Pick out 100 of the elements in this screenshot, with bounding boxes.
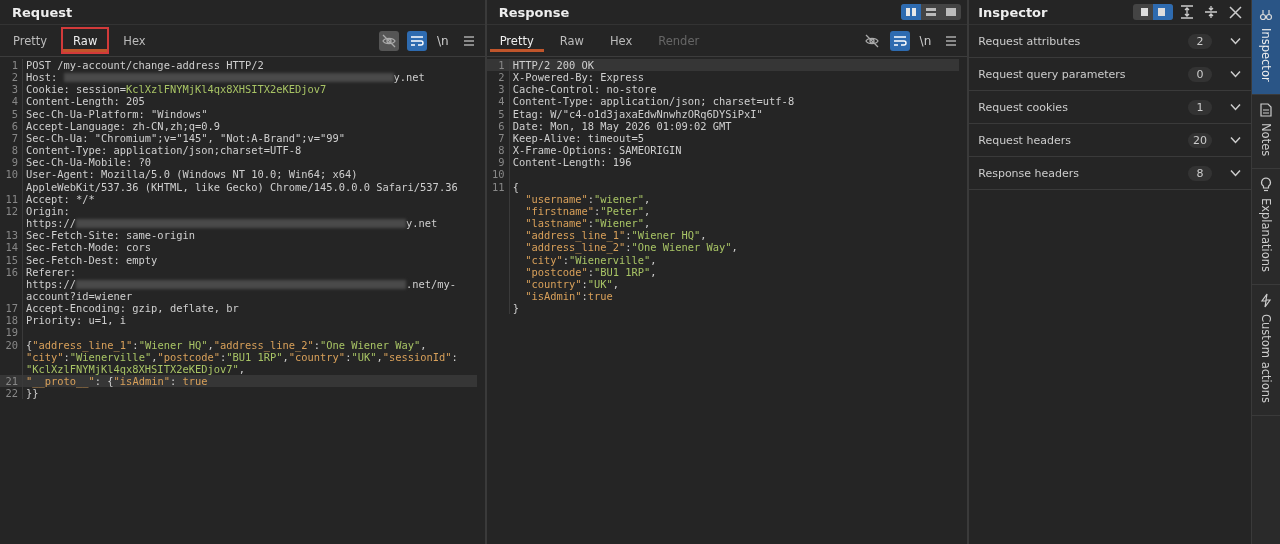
layout-toggle[interactable] bbox=[901, 4, 962, 20]
line-number: 10 bbox=[492, 168, 505, 181]
wrap-icon[interactable] bbox=[406, 30, 427, 51]
eye-slash-icon[interactable] bbox=[378, 30, 399, 51]
code-text: "Wienerville" bbox=[568, 253, 651, 266]
code-text: : bbox=[219, 350, 227, 363]
inspector-section[interactable]: Request attributes 2 bbox=[969, 25, 1252, 58]
pane-title: Response bbox=[498, 4, 570, 20]
code-text: Cache-Control: no-store bbox=[512, 83, 657, 96]
code-text: "UK" bbox=[587, 277, 613, 290]
code-text: , bbox=[151, 350, 158, 363]
view-tab[interactable]: Pretty bbox=[487, 27, 546, 54]
view-tab[interactable]: Pretty bbox=[1, 27, 60, 54]
glasses-icon bbox=[1259, 8, 1273, 22]
code-text: Cookie: session= bbox=[26, 83, 127, 96]
code-text: Origin: bbox=[26, 204, 70, 218]
code-text: User-Agent: Mozilla/5.0 (Windows NT 10.0; Win64; x64) bbox=[26, 168, 358, 181]
line-number: 12 bbox=[5, 204, 18, 217]
section-label: Request headers bbox=[978, 133, 1072, 147]
code-text: "BU1 1RP" bbox=[593, 265, 651, 278]
code-text: , bbox=[700, 229, 707, 242]
code-text: { bbox=[512, 180, 519, 193]
view-tab[interactable]: Raw bbox=[61, 27, 110, 54]
lightning-icon bbox=[1260, 292, 1272, 308]
code-text: "wiener" bbox=[593, 192, 644, 205]
side-tab[interactable]: Notes bbox=[1252, 94, 1280, 169]
chevron-icon[interactable] bbox=[1230, 169, 1242, 177]
code-text: "postcode" bbox=[157, 350, 220, 363]
line-number: 3 bbox=[498, 83, 505, 96]
side-tab[interactable]: Custom actions bbox=[1252, 284, 1280, 416]
code-text: Content-Length: 205 bbox=[26, 95, 145, 108]
panel-layout-icon[interactable] bbox=[1153, 4, 1174, 20]
line-number: 3 bbox=[11, 83, 18, 96]
code-text: , bbox=[650, 253, 657, 266]
code-text: "Peter" bbox=[600, 204, 644, 218]
code-text: : bbox=[625, 229, 632, 242]
view-tab[interactable]: Hex bbox=[597, 27, 645, 54]
code-text: "country" bbox=[288, 350, 346, 363]
section-label: Request attributes bbox=[978, 34, 1082, 48]
code-text: , bbox=[644, 204, 651, 218]
line-number: 21 bbox=[5, 375, 18, 388]
pane-title: Inspector bbox=[978, 4, 1048, 20]
line-number: 5 bbox=[11, 107, 18, 120]
line-number: 14 bbox=[5, 241, 18, 254]
code-text: y.net bbox=[393, 71, 425, 84]
inspector-section[interactable]: Request cookies 1 bbox=[969, 91, 1252, 124]
chevron-icon[interactable] bbox=[1230, 37, 1242, 45]
code-text: Sec-Ch-Ua-Platform: "Windows" bbox=[26, 107, 208, 120]
line-number: 1 bbox=[11, 59, 18, 71]
inspector-section[interactable]: Request query parameters 0 bbox=[969, 58, 1252, 91]
code-text: AppleWebKit/537.36 (KHTML, like Gecko) Chrome/145.0.0.0 Safari/537.36 bbox=[26, 180, 458, 193]
wrap-icon[interactable] bbox=[889, 30, 910, 51]
inspector-section[interactable]: Response headers 8 bbox=[969, 157, 1252, 190]
chevron-icon[interactable] bbox=[1230, 70, 1242, 78]
code-text: true bbox=[182, 375, 208, 388]
code-text: , bbox=[731, 241, 738, 254]
code-text: : bbox=[625, 241, 632, 254]
lightbulb-icon bbox=[1260, 176, 1272, 192]
code-text: : bbox=[587, 265, 594, 278]
code-text: "address_line_1" bbox=[32, 338, 133, 351]
pane-title: Request bbox=[12, 4, 73, 20]
newline-toggle[interactable]: \n bbox=[917, 33, 934, 48]
code-text: : bbox=[562, 253, 569, 266]
code-text: : bbox=[581, 277, 588, 290]
code-text: "Wiener HQ" bbox=[138, 338, 208, 351]
code-text: Content-Length: 196 bbox=[512, 156, 632, 169]
code-text: "city" bbox=[26, 350, 64, 363]
code-text: KclXzlFNYMjKl4qx8XHSITX2eKEDjov7 bbox=[126, 83, 327, 96]
section-label: Request query parameters bbox=[978, 67, 1127, 81]
line-number: 16 bbox=[5, 265, 18, 278]
code-text: : bbox=[63, 350, 70, 363]
code-text: "isAdmin" bbox=[525, 289, 582, 303]
inspector-section[interactable]: Request headers 20 bbox=[969, 124, 1252, 157]
line-number: 7 bbox=[498, 131, 505, 144]
code-text: Date: Mon, 18 May 2026 01:09:02 GMT bbox=[512, 119, 732, 132]
view-tab[interactable]: Raw bbox=[547, 27, 596, 54]
line-number: 20 bbox=[5, 338, 18, 351]
side-tab[interactable]: Explanations bbox=[1252, 168, 1280, 285]
chevron-icon[interactable] bbox=[1230, 136, 1242, 144]
side-tab[interactable]: Inspector bbox=[1252, 0, 1280, 95]
count-badge: 2 bbox=[1188, 33, 1213, 49]
code-text: "KclXzlFNYMjKl4qx8XHSITX2eKEDjov7" bbox=[26, 362, 239, 376]
newline-toggle[interactable]: \n bbox=[434, 33, 451, 48]
line-number: 8 bbox=[498, 144, 505, 157]
code-text: "isAdmin" bbox=[113, 375, 170, 388]
chevron-icon[interactable] bbox=[1230, 103, 1242, 111]
code-text: : bbox=[132, 338, 139, 351]
code-text: Accept: */* bbox=[26, 192, 95, 205]
code-text: "address_line_2" bbox=[525, 241, 626, 254]
view-tab[interactable]: Hex bbox=[111, 27, 158, 54]
code-text: : bbox=[593, 204, 601, 218]
layout-toggle[interactable] bbox=[1133, 4, 1174, 20]
line-number: 4 bbox=[498, 95, 505, 108]
line-number: 1 bbox=[498, 59, 505, 71]
code-text: , bbox=[420, 338, 427, 351]
code-text: "UK" bbox=[351, 350, 377, 363]
code-text: "country" bbox=[525, 277, 582, 290]
layout-mode-icon[interactable] bbox=[901, 4, 922, 20]
code-text: "One Wiener Way" bbox=[320, 338, 421, 351]
code-text: Content-Type: application/json; charset=utf-8 bbox=[512, 95, 795, 108]
